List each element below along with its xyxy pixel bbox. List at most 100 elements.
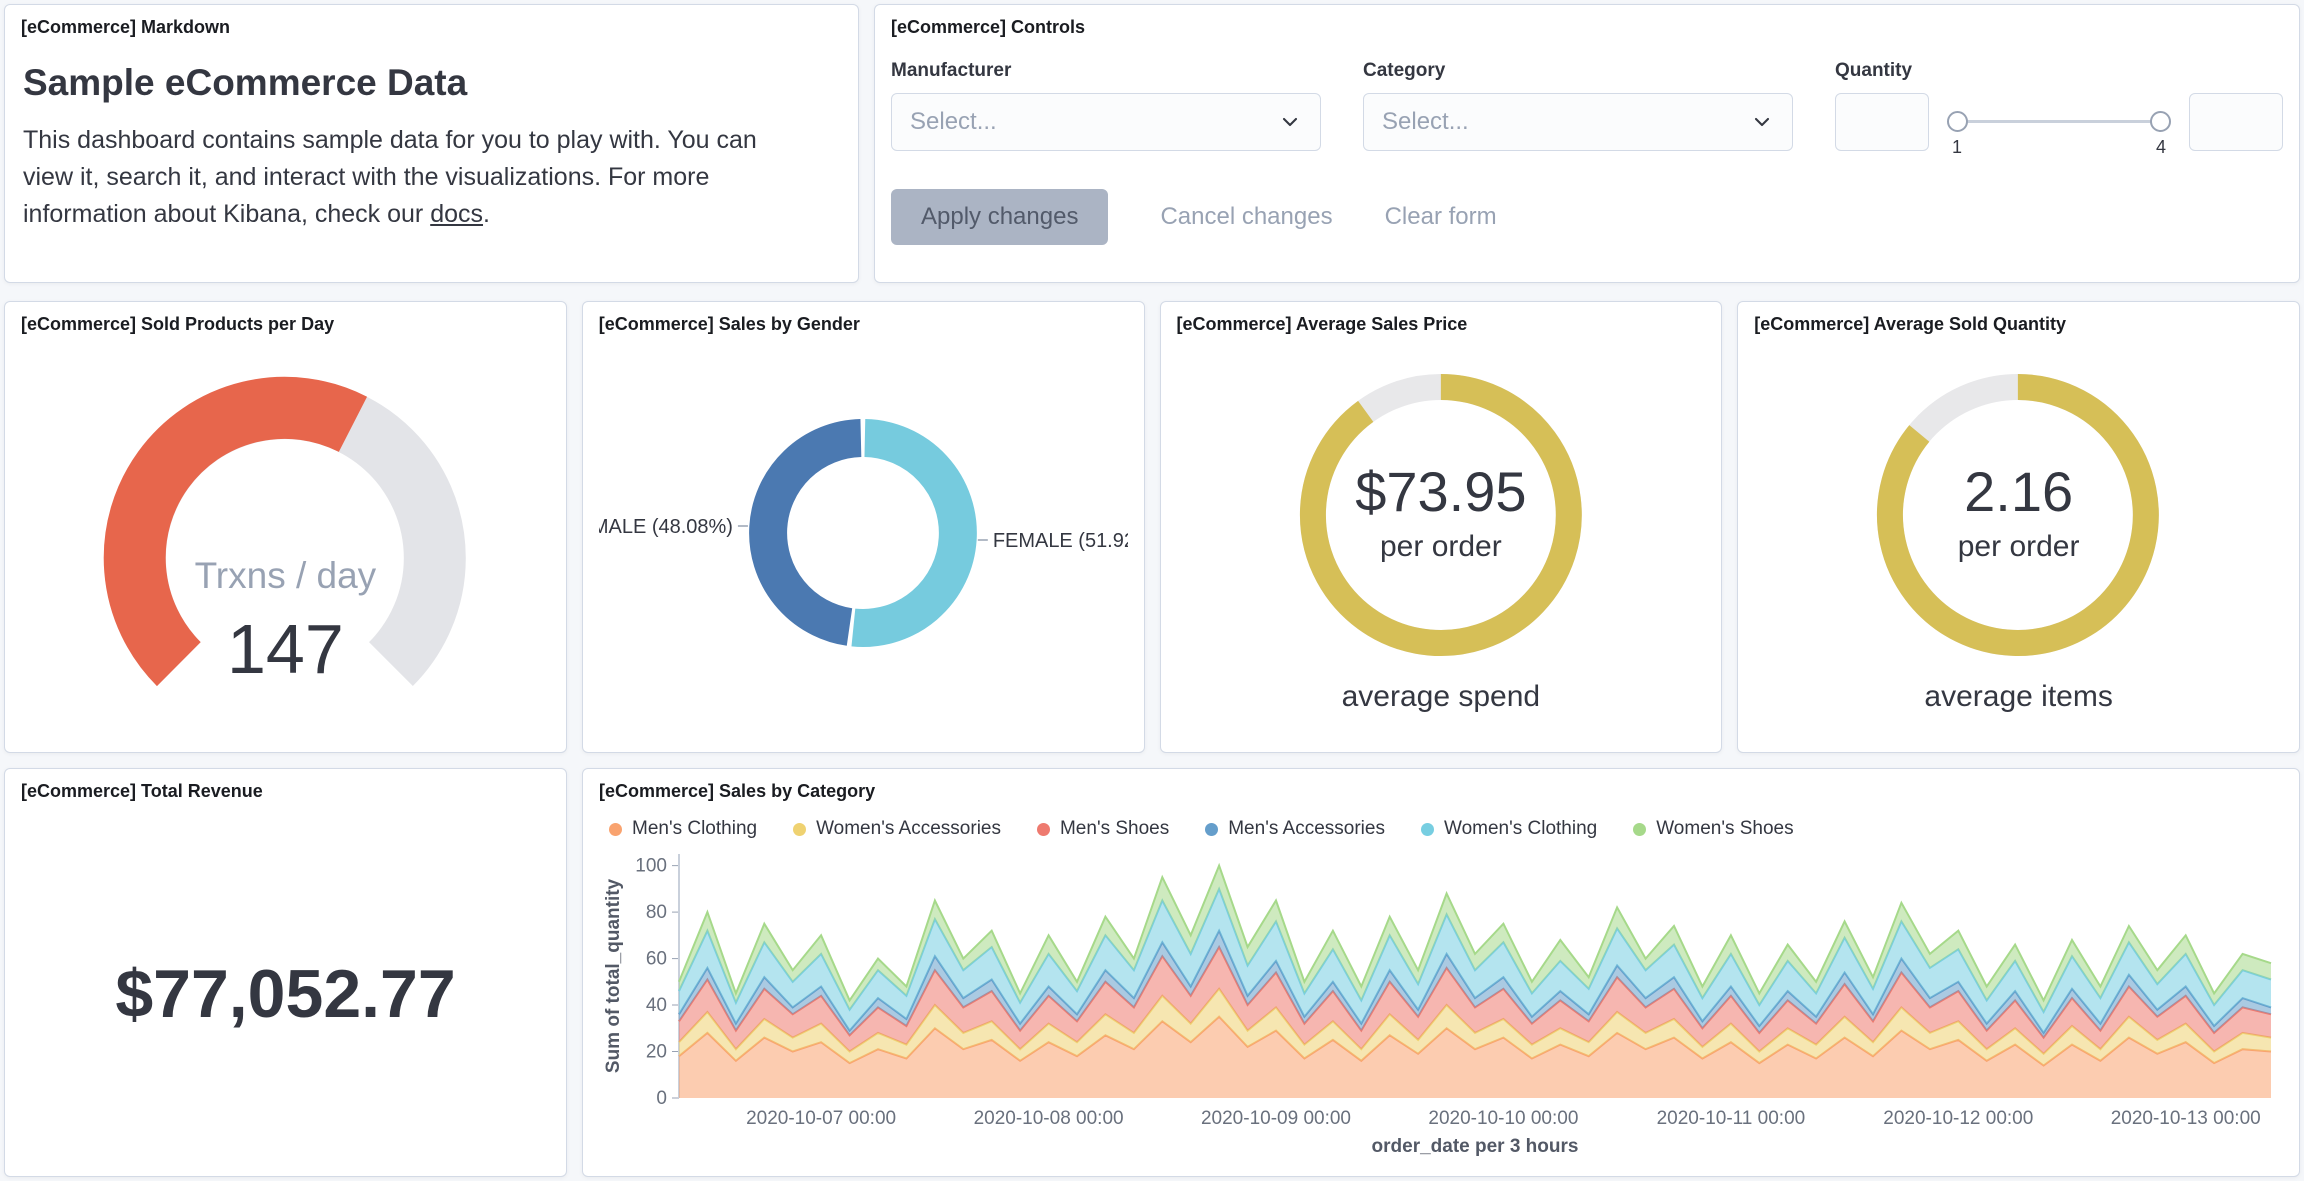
svg-text:20: 20 [646,1042,667,1063]
panel-sales-by-category: [eCommerce] Sales by Category Men's Clot… [582,768,2300,1177]
chevron-down-icon [1278,110,1302,134]
legend-label: Women's Clothing [1443,818,1598,839]
goal-caption: average spend [1341,680,1541,713]
goal-caption: average items [1924,680,2113,713]
svg-text:2020-10-08 00:00: 2020-10-08 00:00 [974,1108,1124,1129]
slider-handle-max[interactable] [2150,111,2171,132]
svg-text:FEMALE (51.92%): FEMALE (51.92%) [993,530,1128,552]
markdown-text: This dashboard contains sample data for … [23,126,757,228]
quantity-control: Quantity 1 4 [1835,60,2283,163]
legend-item[interactable]: Men's Shoes [1036,818,1170,840]
quantity-label: Quantity [1835,60,1913,81]
panel-title[interactable]: [eCommerce] Sales by Gender [599,314,1128,335]
category-placeholder: Select... [1382,108,1469,135]
svg-text:2020-10-12 00:00: 2020-10-12 00:00 [1883,1108,2033,1129]
dashboard-row-2: [eCommerce] Sold Products per Day Trxns … [4,301,2300,753]
gauge-chart[interactable]: Trxns / day 147 [21,343,550,728]
legend-item[interactable]: Women's Clothing [1420,818,1598,840]
slider-track [1955,120,2163,123]
cancel-changes-button[interactable]: Cancel changes [1160,203,1332,231]
legend-dot-icon [1420,822,1434,836]
panel-sales-by-gender: [eCommerce] Sales by Gender MALE (48.08%… [581,301,1145,753]
goal-svg [1877,374,2160,656]
slider-handle-min[interactable] [1947,111,1968,132]
dashboard-row-3: [eCommerce] Total Revenue $77,052.77 [eC… [4,768,2300,1177]
area-chart[interactable]: 0 20 40 60 80 100 2020-10-07 00:00 2020-10-08 0… [599,848,2283,1158]
legend-item[interactable]: Men's Clothing [609,818,757,840]
panel-title[interactable]: [eCommerce] Sales by Category [599,781,2283,802]
manufacturer-placeholder: Select... [910,108,997,135]
svg-text:2020-10-13 00:00: 2020-10-13 00:00 [2111,1108,2261,1129]
docs-link[interactable]: docs [430,200,483,228]
markdown-heading: Sample eCommerce Data [23,62,468,103]
legend-dot-icon [1205,822,1219,836]
markdown-text-end: . [483,200,490,228]
dashboard: [eCommerce] Markdown Sample eCommerce Da… [0,0,2304,1181]
panel-title[interactable]: [eCommerce] Average Sold Quantity [1754,314,2283,335]
quantity-slider[interactable]: 1 4 [1947,93,2171,163]
legend-label: Women's Accessories [816,818,1001,839]
panel-title[interactable]: [eCommerce] Average Sales Price [1177,314,1706,335]
gender-donut-chart[interactable]: MALE (48.08%) FEMALE (51.92%) [599,343,1128,728]
area-svg: 0 20 40 60 80 100 2020-10-07 00:00 2020-10-08 0… [603,854,2272,1157]
legend-item[interactable]: Women's Shoes [1633,818,1794,840]
manufacturer-control: Manufacturer Select... [891,60,1321,163]
avg-quantity-goal-chart[interactable]: 2.16 per order average items [1754,343,2283,728]
total-revenue-value: $77,052.77 [115,956,456,1032]
slider-max-label: 4 [2155,137,2166,157]
svg-text:2020-10-10 00:00: 2020-10-10 00:00 [1428,1108,1578,1129]
panel-title[interactable]: [eCommerce] Controls [891,17,2283,38]
svg-text:2020-10-11 00:00: 2020-10-11 00:00 [1657,1108,1806,1129]
legend-label: Men's Shoes [1059,818,1170,839]
category-select[interactable]: Select... [1363,93,1793,151]
svg-text:40: 40 [646,995,667,1016]
legend-item[interactable]: Men's Accessories [1205,818,1385,840]
panel-sold-products-per-day: [eCommerce] Sold Products per Day Trxns … [4,301,567,753]
dashboard-row-1: [eCommerce] Markdown Sample eCommerce Da… [4,4,2300,283]
avg-price-goal-chart[interactable]: $73.95 per order average spend [1177,343,1706,728]
apply-changes-button[interactable]: Apply changes [891,189,1109,245]
quantity-min-input[interactable] [1835,93,1929,151]
legend-label: Women's Shoes [1656,818,1794,839]
panel-controls: [eCommerce] Controls Manufacturer Select… [874,4,2300,283]
panel-total-revenue: [eCommerce] Total Revenue $77,052.77 [4,768,567,1177]
slider-min-label: 1 [1952,137,1963,157]
gauge-svg [103,376,466,687]
clear-form-button[interactable]: Clear form [1385,203,1497,231]
svg-text:order_date per 3 hours: order_date per 3 hours [1372,1136,1579,1157]
legend-dot-icon [1036,822,1050,836]
manufacturer-select[interactable]: Select... [891,93,1321,151]
svg-text:2020-10-09 00:00: 2020-10-09 00:00 [1201,1108,1351,1129]
goal-svg [1299,374,1582,656]
quantity-max-input[interactable] [2189,93,2283,151]
legend-dot-icon [1633,822,1647,836]
controls-form: Manufacturer Select... Category Select..… [891,60,2283,163]
category-label: Category [1363,60,1446,81]
category-control: Category Select... [1363,60,1793,163]
panel-title[interactable]: [eCommerce] Sold Products per Day [21,314,550,335]
manufacturer-label: Manufacturer [891,60,1012,81]
markdown-body: This dashboard contains sample data for … [23,122,813,233]
panel-markdown: [eCommerce] Markdown Sample eCommerce Da… [4,4,859,283]
legend-item[interactable]: Women's Accessories [793,818,1001,840]
panel-title[interactable]: [eCommerce] Total Revenue [21,781,550,802]
svg-text:100: 100 [635,856,667,877]
quantity-widget: 1 4 [1835,93,2283,163]
svg-text:Sum of total_quantity: Sum of total_quantity [603,878,624,1073]
legend-label: Men's Clothing [632,818,758,839]
chevron-down-icon [1750,110,1774,134]
legend-dot-icon [793,822,807,836]
panel-average-sales-price: [eCommerce] Average Sales Price $73.95 p… [1159,301,1723,753]
svg-text:2020-10-07 00:00: 2020-10-07 00:00 [746,1108,896,1129]
chart-legend: Men's Clothing Women's Accessories Men's S… [609,818,2283,840]
svg-text:80: 80 [646,902,667,923]
svg-text:60: 60 [646,949,667,970]
svg-text:0: 0 [656,1088,667,1109]
legend-label: Men's Accessories [1228,818,1385,839]
legend-dot-icon [609,822,622,836]
svg-text:MALE (48.08%): MALE (48.08%) [599,516,733,538]
donut-svg: MALE (48.08%) FEMALE (51.92%) [599,419,1128,647]
controls-buttons: Apply changes Cancel changes Clear form [891,189,2283,245]
panel-average-sold-quantity: [eCommerce] Average Sold Quantity 2.16 p… [1737,301,2300,753]
panel-title[interactable]: [eCommerce] Markdown [21,17,842,38]
